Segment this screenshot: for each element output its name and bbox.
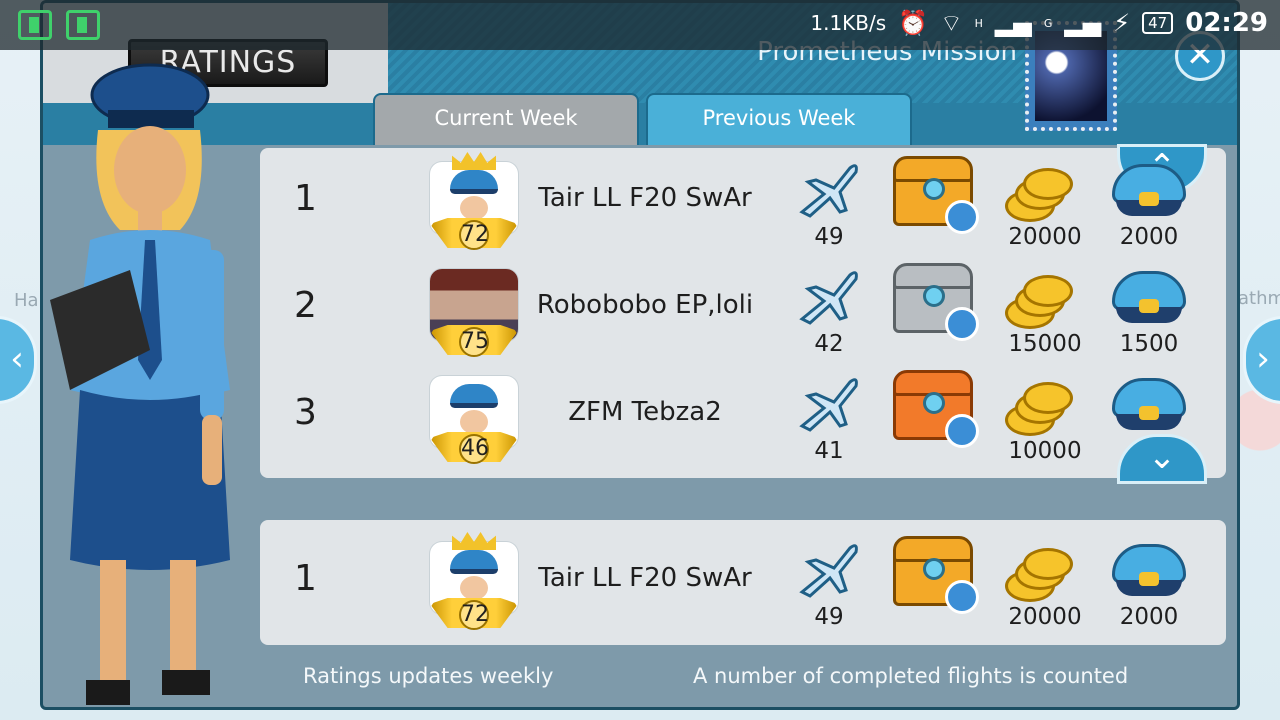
download-notification-icon — [18, 10, 52, 40]
hats-reward: 1500 — [1119, 331, 1179, 357]
rank-number: 3 — [294, 392, 317, 433]
alarm-icon: ⏰ — [898, 9, 929, 37]
coins-icon — [1005, 382, 1075, 438]
crown-icon — [452, 152, 496, 170]
battery-level: 47 — [1142, 12, 1174, 34]
clock: 02:29 — [1185, 8, 1268, 38]
player-name: Tair LL F20 SwAr — [538, 183, 752, 213]
coins-reward: 20000 — [1008, 604, 1082, 630]
flights-count: 49 — [814, 604, 844, 630]
stewardess-mascot-icon — [50, 60, 260, 710]
player-avatar[interactable]: 72 — [430, 152, 518, 250]
flights-counted-note: A number of completed flights is counted — [693, 664, 1129, 688]
coins-reward: 15000 — [1008, 331, 1082, 357]
screen-cast-icon — [66, 10, 100, 40]
pilot-cap-icon — [450, 384, 498, 408]
gold-chest-icon — [893, 156, 983, 234]
pilot-hat-icon — [1110, 540, 1188, 606]
player-level: 72 — [459, 600, 489, 630]
signal-type-h: H — [974, 16, 983, 30]
signal-icon-2: ▂▄ — [1064, 9, 1102, 37]
pilot-hat-icon — [1110, 160, 1188, 226]
flights-count: 41 — [814, 438, 844, 464]
bronze-chest-icon — [893, 370, 983, 448]
map-label-right: athm — [1238, 288, 1280, 309]
plane-icon — [794, 540, 864, 602]
my-ranking: 1 72 Tair LL F20 SwAr 49 20000 2000 — [260, 520, 1226, 645]
player-avatar[interactable]: 72 — [430, 532, 518, 630]
coins-reward: 20000 — [1008, 224, 1082, 250]
flights-count: 42 — [814, 331, 844, 357]
tab-current-week[interactable]: Current Week — [373, 93, 639, 145]
coins-reward: 10000 — [1008, 438, 1082, 464]
face-icon — [460, 576, 488, 600]
player-name: ZFM Tebza2 — [568, 397, 722, 427]
hats-reward: 2000 — [1119, 604, 1179, 630]
ranking-row: 3 46 ZFM Tebza2 41 10000 — [260, 362, 1226, 469]
silver-chest-icon — [893, 263, 983, 341]
plane-icon — [794, 374, 864, 436]
plane-icon — [794, 267, 864, 329]
ranking-row: 2 75 Robobobo EP,loli 42 15000 1500 — [260, 255, 1226, 362]
rank-number: 1 — [294, 178, 317, 219]
wifi-icon: ⌔ — [940, 9, 963, 37]
map-label-left: Ha — [14, 290, 39, 311]
pilot-hat-icon — [1110, 374, 1188, 440]
face-icon — [460, 410, 488, 434]
player-name: Robobobo EP,loli — [536, 290, 754, 320]
ranking-row: 1 72 Tair LL F20 SwAr 49 20000 2000 — [260, 528, 1226, 635]
player-name: Tair LL F20 SwAr — [538, 563, 752, 593]
pilot-cap-icon — [450, 550, 498, 574]
player-avatar[interactable]: 46 — [430, 376, 518, 464]
ranking-row: 1 72 Tair LL F20 SwAr 49 20000 2000 — [260, 148, 1226, 255]
ranking-list: ⌃ 1 72 Tair LL F20 SwAr 49 20000 — [260, 144, 1226, 484]
tab-previous-week[interactable]: Previous Week — [646, 93, 912, 145]
rank-number: 1 — [294, 558, 317, 599]
hats-reward: 2000 — [1119, 224, 1179, 250]
pilot-hat-icon — [1110, 267, 1188, 333]
coins-icon — [1005, 275, 1075, 331]
player-avatar[interactable]: 75 — [430, 269, 518, 357]
coins-icon — [1005, 548, 1075, 604]
status-bar: 1.1KB/s ⏰ ⌔ H ▂▄ G ▂▄ ⚡ 47 02:29 — [0, 0, 1280, 50]
player-level: 75 — [459, 327, 489, 357]
face-icon — [460, 196, 488, 220]
flights-count: 49 — [814, 224, 844, 250]
player-level: 46 — [459, 434, 489, 464]
gold-chest-icon — [893, 536, 983, 614]
rank-number: 2 — [294, 285, 317, 326]
pilot-cap-icon — [450, 170, 498, 194]
plane-icon — [794, 160, 864, 222]
player-level: 72 — [459, 220, 489, 250]
signal-type-g: G — [1043, 16, 1053, 30]
coins-icon — [1005, 168, 1075, 224]
crown-icon — [452, 532, 496, 550]
signal-icon: ▂▄ — [994, 9, 1032, 37]
ratings-update-note: Ratings updates weekly — [303, 664, 554, 688]
network-speed: 1.1KB/s — [810, 11, 887, 35]
charging-icon: ⚡ — [1113, 9, 1131, 37]
